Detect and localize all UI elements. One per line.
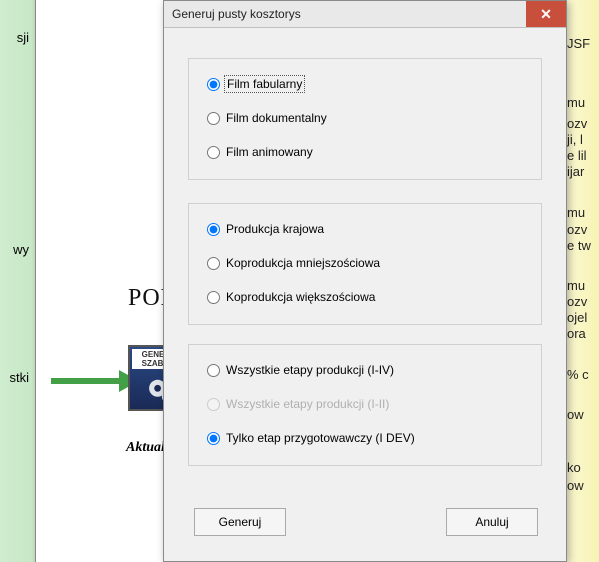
dialog-titlebar[interactable]: Generuj pusty kosztorys ✕: [164, 1, 566, 28]
group-production-stage: Wszystkie etapy produkcji (I-IV) Wszystk…: [188, 344, 542, 466]
text-fragment: ji, l: [567, 132, 583, 147]
dialog-body: Film fabularny Film dokumentalny Film an…: [164, 28, 566, 561]
radio-koprodukcja-mniejszosciowa[interactable]: Koprodukcja mniejszościowa: [207, 256, 380, 270]
button-label: Generuj: [219, 515, 262, 529]
text-fragment: wy: [13, 242, 29, 257]
text-fragment: % c: [567, 367, 589, 382]
radio-input[interactable]: [207, 223, 220, 236]
text-fragment: e lil: [567, 148, 587, 163]
radio-label: Koprodukcja mniejszościowa: [226, 256, 380, 270]
text-fragment: JSF: [567, 36, 590, 51]
radio-film-dokumentalny[interactable]: Film dokumentalny: [207, 111, 327, 125]
text-fragment: ojel: [567, 310, 587, 325]
text-fragment: ozv: [567, 116, 587, 131]
radio-input[interactable]: [207, 257, 220, 270]
radio-film-fabularny[interactable]: Film fabularny: [207, 77, 303, 91]
radio-input[interactable]: [207, 78, 220, 91]
text-fragment: ozv: [567, 294, 587, 309]
dialog-window: Generuj pusty kosztorys ✕ Film fabularny…: [163, 0, 567, 562]
text-fragment: mu: [567, 95, 585, 110]
radio-label: Film fabularny: [226, 77, 303, 91]
text-fragment: ijar: [567, 164, 584, 179]
group-film-type: Film fabularny Film dokumentalny Film an…: [188, 58, 542, 180]
radio-label: Tylko etap przygotowawczy (I DEV): [226, 431, 415, 445]
text-fragment: mu: [567, 278, 585, 293]
dialog-title: Generuj pusty kosztorys: [172, 7, 526, 21]
text-fragment: stki: [10, 370, 30, 385]
close-button[interactable]: ✕: [526, 1, 566, 27]
radio-input[interactable]: [207, 364, 220, 377]
radio-label: Wszystkie etapy produkcji (I-IV): [226, 363, 394, 377]
radio-input[interactable]: [207, 146, 220, 159]
radio-produkcja-krajowa[interactable]: Produkcja krajowa: [207, 222, 324, 236]
group-production-type: Produkcja krajowa Koprodukcja mniejszośc…: [188, 203, 542, 325]
radio-label: Wszystkie etapy produkcji (I-II): [226, 397, 389, 411]
right-panel-fragment: JSF mu ozv ji, l e lil ijar mu ozv e tw …: [564, 0, 599, 562]
text-fragment: ko: [567, 460, 581, 475]
radio-koprodukcja-wiekszosciowa[interactable]: Koprodukcja większościowa: [207, 290, 375, 304]
button-label: Anuluj: [475, 515, 508, 529]
radio-label: Produkcja krajowa: [226, 222, 324, 236]
text-fragment: ow: [567, 478, 584, 493]
radio-etapy-1-2: Wszystkie etapy produkcji (I-II): [207, 397, 389, 411]
text-fragment: ora: [567, 326, 586, 341]
radio-etap-przygotowawczy[interactable]: Tylko etap przygotowawczy (I DEV): [207, 431, 415, 445]
radio-film-animowany[interactable]: Film animowany: [207, 145, 313, 159]
cancel-button[interactable]: Anuluj: [446, 508, 538, 536]
text-fragment: sji: [17, 30, 29, 45]
radio-label: Film animowany: [226, 145, 313, 159]
text-fragment: mu: [567, 205, 585, 220]
radio-label: Film dokumentalny: [226, 111, 327, 125]
radio-input[interactable]: [207, 112, 220, 125]
left-panel-fragment: sji wy stki: [0, 0, 36, 562]
radio-input[interactable]: [207, 291, 220, 304]
radio-label: Koprodukcja większościowa: [226, 290, 375, 304]
text-fragment: ozv: [567, 222, 587, 237]
radio-etapy-1-4[interactable]: Wszystkie etapy produkcji (I-IV): [207, 363, 394, 377]
text-fragment: ow: [567, 407, 584, 422]
text-fragment: e tw: [567, 238, 591, 253]
radio-input: [207, 398, 220, 411]
generate-button[interactable]: Generuj: [194, 508, 286, 536]
close-icon: ✕: [540, 6, 552, 23]
radio-input[interactable]: [207, 432, 220, 445]
